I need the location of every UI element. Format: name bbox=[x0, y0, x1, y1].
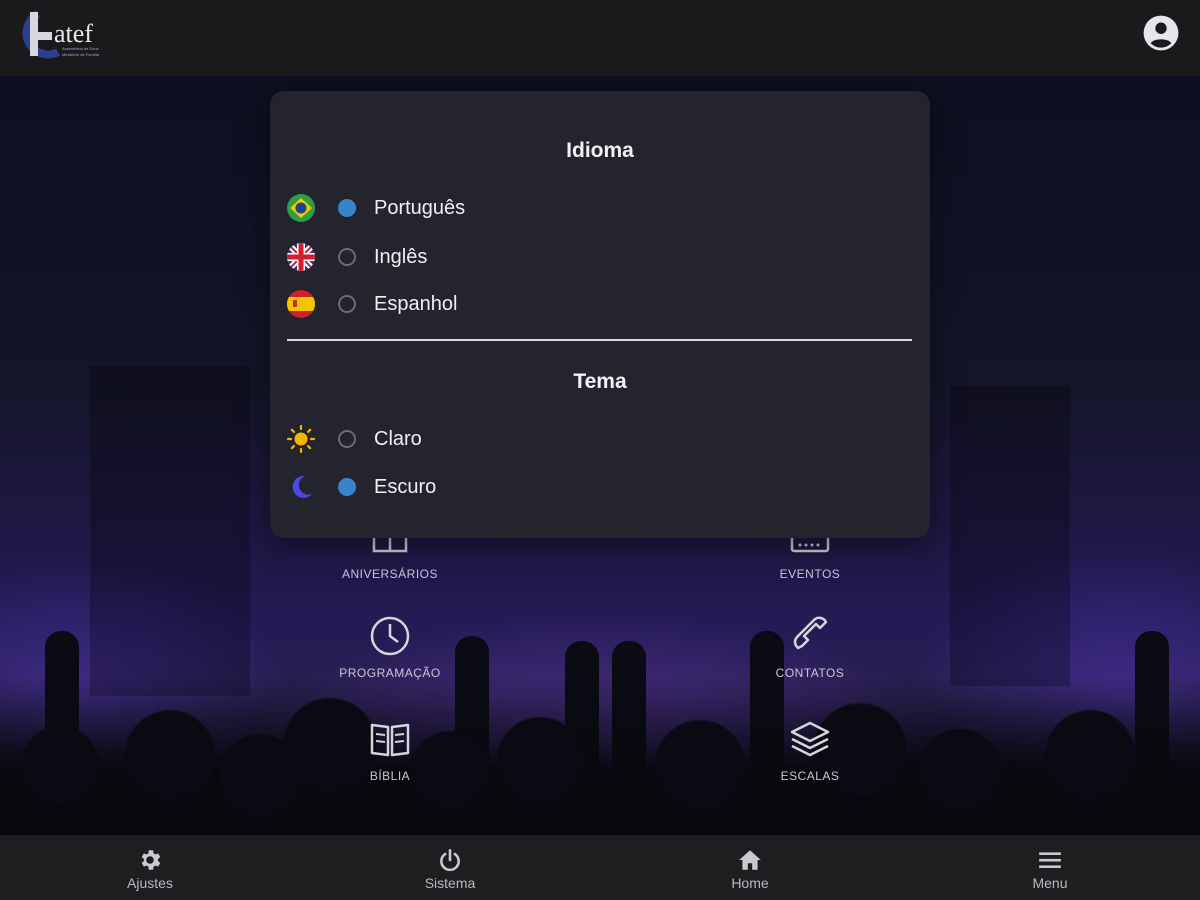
language-option-label: Espanhol bbox=[374, 292, 458, 315]
grid-item-programacao[interactable]: PROGRAMAÇÃO bbox=[290, 614, 490, 680]
spain-flag-icon bbox=[287, 290, 315, 318]
radio-button[interactable] bbox=[338, 248, 356, 266]
hamburger-menu-icon bbox=[1039, 851, 1061, 868]
theme-option-label: Claro bbox=[374, 427, 422, 450]
section-divider bbox=[287, 339, 912, 341]
language-option-label: Inglês bbox=[374, 245, 428, 268]
home-icon bbox=[739, 849, 761, 870]
radio-button[interactable] bbox=[338, 478, 356, 496]
theme-option-label: Escuro bbox=[374, 475, 437, 498]
phone-icon bbox=[793, 616, 828, 650]
power-icon bbox=[440, 848, 460, 871]
nav-item-label: Sistema bbox=[424, 874, 476, 891]
top-app-bar: atef Assembleia de Deus Ministério de Fa… bbox=[0, 0, 1200, 76]
grid-item-biblia[interactable]: BÍBLIA bbox=[290, 717, 490, 783]
nav-item-label: Menu bbox=[1032, 874, 1068, 891]
nav-item-sistema[interactable]: Sistema bbox=[300, 835, 600, 900]
theme-section-title: Tema bbox=[573, 370, 627, 393]
grid-item-label: ESCALAS bbox=[780, 769, 840, 783]
language-section-title: Idioma bbox=[566, 139, 634, 162]
language-option-label: Português bbox=[374, 196, 466, 219]
grid-item-label: EVENTOS bbox=[779, 567, 841, 581]
clock-icon bbox=[370, 616, 410, 656]
uk-flag-icon bbox=[287, 243, 315, 271]
sun-icon bbox=[286, 424, 316, 454]
grid-item-label: CONTATOS bbox=[775, 666, 845, 680]
nav-item-home[interactable]: Home bbox=[600, 835, 900, 900]
language-option-portugues[interactable]: Português bbox=[286, 191, 886, 225]
language-option-espanhol[interactable]: Espanhol bbox=[286, 287, 886, 321]
grid-item-label: BÍBLIA bbox=[369, 769, 411, 783]
gear-icon bbox=[141, 849, 161, 870]
logo-text: atef bbox=[54, 19, 93, 48]
theme-option-claro[interactable]: Claro bbox=[286, 422, 886, 456]
radio-button[interactable] bbox=[338, 295, 356, 313]
grid-item-label: PROGRAMAÇÃO bbox=[339, 666, 441, 680]
brazil-flag-icon bbox=[287, 194, 315, 222]
nav-item-menu[interactable]: Menu bbox=[900, 835, 1200, 900]
radio-button[interactable] bbox=[338, 199, 356, 217]
moon-icon bbox=[292, 475, 312, 498]
language-option-ingles[interactable]: Inglês bbox=[286, 240, 886, 274]
logo-subtitle-2: Ministério de Família bbox=[62, 52, 100, 57]
grid-item-label: ANIVERSÁRIOS bbox=[341, 567, 439, 581]
grid-item-contatos[interactable]: CONTATOS bbox=[710, 614, 910, 680]
catef-logo[interactable]: atef Assembleia de Deus Ministério de Fa… bbox=[16, 8, 116, 60]
nav-item-label: Ajustes bbox=[127, 874, 173, 891]
book-icon bbox=[370, 723, 410, 757]
grid-item-escalas[interactable]: ESCALAS bbox=[710, 717, 910, 783]
nav-item-ajustes[interactable]: Ajustes bbox=[0, 835, 300, 900]
bottom-navigation: Ajustes Sistema Home Menu bbox=[0, 835, 1200, 900]
account-circle-icon[interactable] bbox=[1142, 14, 1180, 52]
theme-option-escuro[interactable]: Escuro bbox=[286, 470, 886, 504]
nav-item-label: Home bbox=[731, 874, 769, 891]
settings-modal: Idioma Português Inglês Espanhol Tema Cl… bbox=[270, 91, 930, 538]
logo-subtitle-1: Assembleia de Deus bbox=[62, 46, 99, 51]
layers-icon bbox=[790, 721, 830, 757]
radio-button[interactable] bbox=[338, 430, 356, 448]
